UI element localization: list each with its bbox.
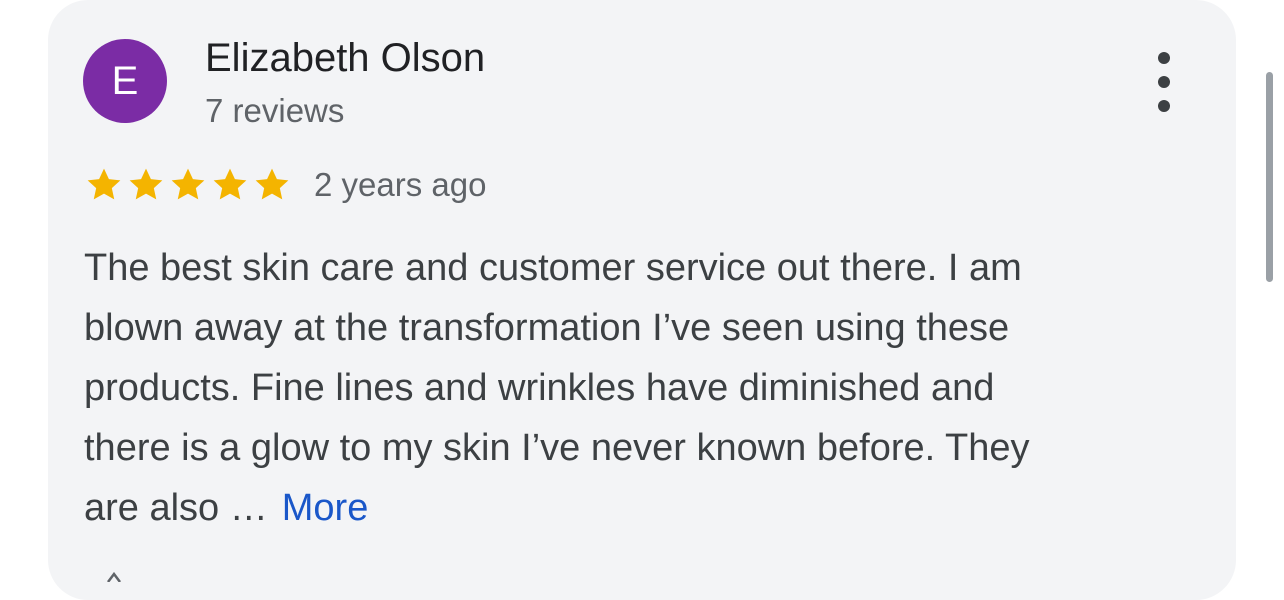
star-rating — [84, 165, 294, 205]
star-icon — [87, 168, 121, 200]
more-link[interactable]: More — [282, 487, 369, 529]
star-icon — [171, 168, 205, 200]
star-icon — [255, 168, 289, 200]
avatar-initial: E — [111, 58, 139, 103]
rating-row: 2 years ago — [84, 163, 486, 207]
star-icon — [213, 168, 247, 200]
review-card: E Elizabeth Olson 7 reviews 2 years ago … — [48, 0, 1236, 600]
review-line: are also … — [84, 487, 268, 529]
author-review-count: 7 reviews — [205, 92, 345, 129]
scrollbar[interactable] — [1266, 72, 1273, 282]
review-time: 2 years ago — [314, 166, 487, 203]
review-line: products. Fine lines and wrinkles have d… — [84, 367, 995, 409]
star-icon — [129, 168, 163, 200]
review-line: there is a glow to my skin I’ve never kn… — [84, 427, 1030, 469]
review-line-last: are also … More — [84, 478, 1174, 538]
review-line: blown away at the transformation I’ve se… — [84, 307, 1010, 349]
more-vert-icon[interactable] — [1148, 52, 1180, 112]
review-text: The best skin care and customer service … — [84, 238, 1174, 538]
avatar[interactable]: E — [83, 39, 167, 123]
review-line: The best skin care and customer service … — [84, 247, 1022, 289]
author-name[interactable]: Elizabeth Olson — [205, 36, 485, 81]
